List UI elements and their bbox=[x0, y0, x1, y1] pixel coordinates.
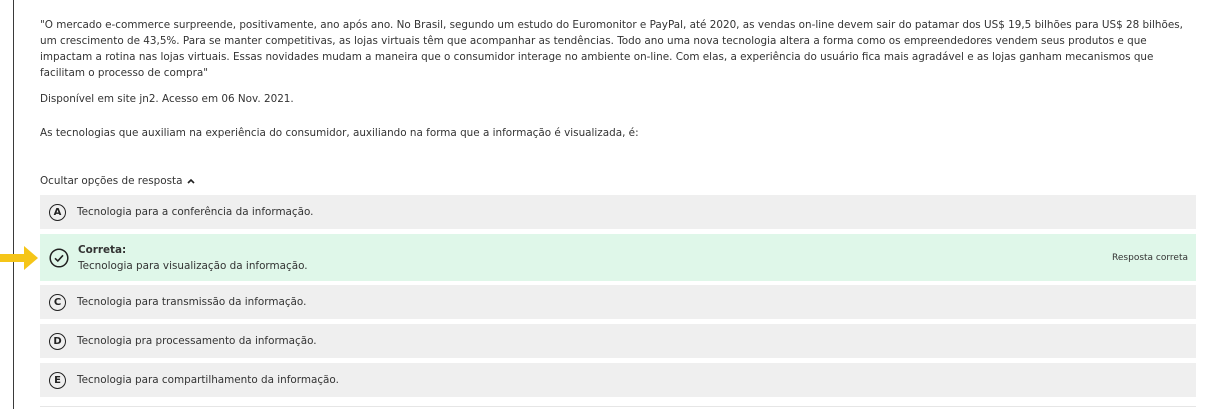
answer-option-c[interactable]: C Tecnologia para transmissão da informa… bbox=[40, 285, 1196, 319]
option-text: Tecnologia para a conferência da informa… bbox=[77, 206, 314, 218]
option-text: Tecnologia para transmissão da informaçã… bbox=[77, 296, 307, 308]
answer-option-b[interactable]: Correta: Tecnologia para visualização da… bbox=[40, 234, 1196, 281]
option-status: Correta: bbox=[78, 243, 127, 256]
chevron-up-icon bbox=[187, 178, 196, 184]
answer-option-a[interactable]: A Tecnologia para a conferência da infor… bbox=[40, 195, 1196, 229]
option-text: Tecnologia para compartilhamento da info… bbox=[77, 374, 339, 386]
option-letter: C bbox=[49, 293, 66, 311]
option-text: Tecnologia pra processamento da informaç… bbox=[77, 335, 317, 347]
arrow-right-icon bbox=[0, 246, 38, 270]
option-letter: E bbox=[49, 371, 66, 389]
toggle-answer-options[interactable]: Ocultar opções de resposta bbox=[40, 174, 196, 188]
option-letter: D bbox=[49, 332, 66, 350]
question-paragraph: "O mercado e-commerce surpreende, positi… bbox=[40, 19, 1183, 79]
question-prompt: As tecnologias que auxiliam na experiênc… bbox=[40, 127, 639, 139]
question-text: "O mercado e-commerce surpreende, positi… bbox=[40, 17, 1198, 81]
question-source: Disponível em site jn2. Acesso em 06 Nov… bbox=[40, 93, 294, 105]
toggle-label: Ocultar opções de resposta bbox=[40, 175, 183, 187]
option-letter: A bbox=[49, 203, 66, 221]
answer-option-e[interactable]: E Tecnologia para compartilhamento da in… bbox=[40, 363, 1196, 397]
answer-option-d[interactable]: D Tecnologia pra processamento da inform… bbox=[40, 324, 1196, 358]
left-border bbox=[13, 0, 14, 409]
check-circle-icon bbox=[49, 247, 69, 268]
divider bbox=[40, 406, 1196, 407]
correct-answer-label: Resposta correta bbox=[1112, 252, 1188, 263]
option-text: Tecnologia para visualização da informaç… bbox=[78, 259, 308, 272]
